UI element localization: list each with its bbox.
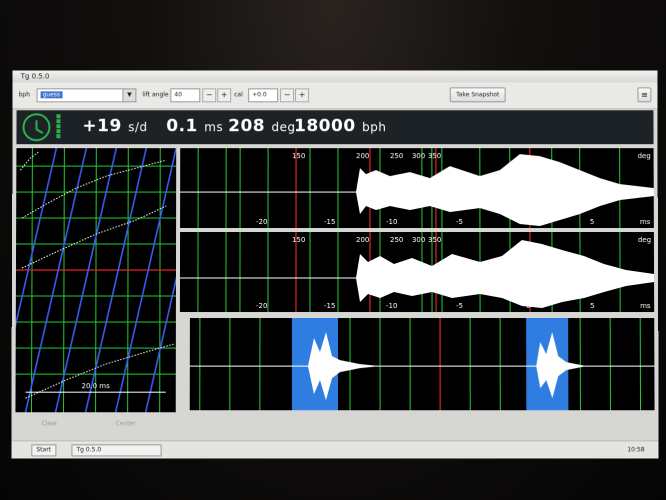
take-snapshot-button[interactable]: Take Snapshot	[449, 87, 506, 103]
toolbar: bph guess ▼ lift angle 40 − + cal +0.0 −…	[12, 82, 658, 110]
ms-unit: ms	[640, 218, 651, 226]
rate-display: +19 s/d	[82, 116, 147, 136]
ms-tick-5: 5	[590, 302, 594, 310]
lift-angle-input[interactable]: 40	[170, 88, 201, 103]
amplitude-display: 208 deg	[228, 116, 295, 136]
chevron-down-icon[interactable]: ▼	[122, 89, 136, 102]
status-bar: +19 s/d 0.1 ms 208 deg 18000 bph	[16, 110, 654, 145]
start-label: Start	[36, 446, 52, 454]
deg-tick-300: 300	[412, 236, 425, 244]
cal-minus-button[interactable]: −	[280, 88, 295, 103]
hamburger-icon[interactable]: ≡	[637, 87, 652, 103]
start-button[interactable]: Start	[31, 444, 57, 457]
ms-unit: ms	[640, 302, 651, 310]
waveform-middle-plot: 150 200 250 300 350 -20 -15 -10 -5 0 5 d…	[179, 232, 654, 312]
deg-tick-150: 150	[292, 236, 305, 244]
ms-tick-minus5: -5	[456, 302, 463, 310]
deg-tick-300: 300	[412, 152, 425, 160]
ms-tick-minus20: -20	[256, 302, 267, 310]
waveform-top-plot: 150 200 250 300 350 -20 -15 -10 -5 0 5 d…	[180, 148, 655, 229]
amplitude-unit: deg	[271, 120, 296, 135]
ms-tick-minus15: -15	[324, 302, 335, 310]
bph-select[interactable]: guess ▼	[36, 88, 137, 103]
deg-tick-350: 350	[428, 236, 441, 244]
deg-tick-350: 350	[428, 152, 441, 160]
lift-angle-label: lift angle	[142, 91, 169, 99]
ms-tick-minus15: -15	[324, 218, 335, 226]
cal-value: +0.0	[252, 91, 267, 99]
ms-tick-5: 5	[590, 218, 594, 226]
ms-tick-minus10: -10	[386, 302, 397, 310]
deg-tick-250: 250	[390, 152, 403, 160]
beat-rate-unit: bph	[362, 120, 387, 135]
lift-angle-minus-button[interactable]: −	[202, 88, 217, 103]
app-screen: Tg 0.5.0 bph guess ▼ lift angle 40 − + c…	[11, 70, 659, 459]
deg-tick-200: 200	[356, 236, 369, 244]
lift-angle-value: 40	[174, 91, 182, 99]
bph-label: bph	[18, 91, 31, 99]
amplitude-value: 208	[228, 116, 266, 137]
taskbar: Start Tg 0.5.0 10:58	[11, 440, 659, 459]
paper-strip-plot: 20.0 ms	[11, 148, 208, 413]
deg-unit: deg	[638, 236, 651, 244]
taskbar-clock: 10:58	[627, 446, 645, 454]
bph-value: guess	[40, 91, 63, 99]
cal-input[interactable]: +0.0	[248, 88, 279, 103]
rate-value: +19	[82, 116, 122, 137]
paper-grid-green	[15, 148, 177, 412]
beat-rate-display: 18000 bph	[294, 116, 386, 136]
rate-unit: s/d	[128, 120, 148, 135]
deg-tick-250: 250	[390, 236, 403, 244]
deg-unit: deg	[638, 152, 651, 160]
waveform-bottom	[189, 317, 655, 411]
waveform-bottom-plot	[189, 317, 654, 410]
ms-tick-minus5: -5	[456, 218, 463, 226]
lift-angle-plus-button[interactable]: +	[217, 88, 232, 103]
signal-indicator	[56, 114, 61, 140]
ms-tick-0: 0	[526, 218, 530, 226]
scale-label: 20.0 ms	[82, 382, 111, 390]
beat-error-unit: ms	[204, 120, 224, 135]
ms-tick-minus20: -20	[256, 218, 267, 226]
cal-label: cal	[234, 91, 243, 99]
taskbar-app-button[interactable]: Tg 0.5.0	[71, 444, 162, 457]
beat-error-display: 0.1 ms	[166, 116, 223, 136]
beat-rate-value: 18000	[294, 116, 356, 137]
window-title: Tg 0.5.0	[20, 72, 50, 81]
paper-grid: 20.0 ms	[11, 148, 208, 412]
window-titlebar: Tg 0.5.0	[12, 70, 658, 83]
deg-tick-200: 200	[356, 152, 369, 160]
taskbar-app-label: Tg 0.5.0	[76, 446, 102, 454]
waveform-top: 150 200 250 300 350 -20 -15 -10 -5 0 5 d…	[180, 148, 655, 229]
waveform-middle: 150 200 250 300 350 -20 -15 -10 -5 0 5 d…	[179, 232, 655, 313]
cal-plus-button[interactable]: +	[295, 88, 310, 103]
ms-tick-minus10: -10	[386, 218, 397, 226]
clock-icon	[22, 113, 51, 142]
center-button[interactable]: Center	[116, 420, 136, 427]
clear-button[interactable]: Clear	[41, 420, 57, 427]
ms-tick-0: 0	[526, 302, 530, 310]
beat-error-value: 0.1	[166, 116, 198, 137]
deg-tick-150: 150	[292, 152, 305, 160]
